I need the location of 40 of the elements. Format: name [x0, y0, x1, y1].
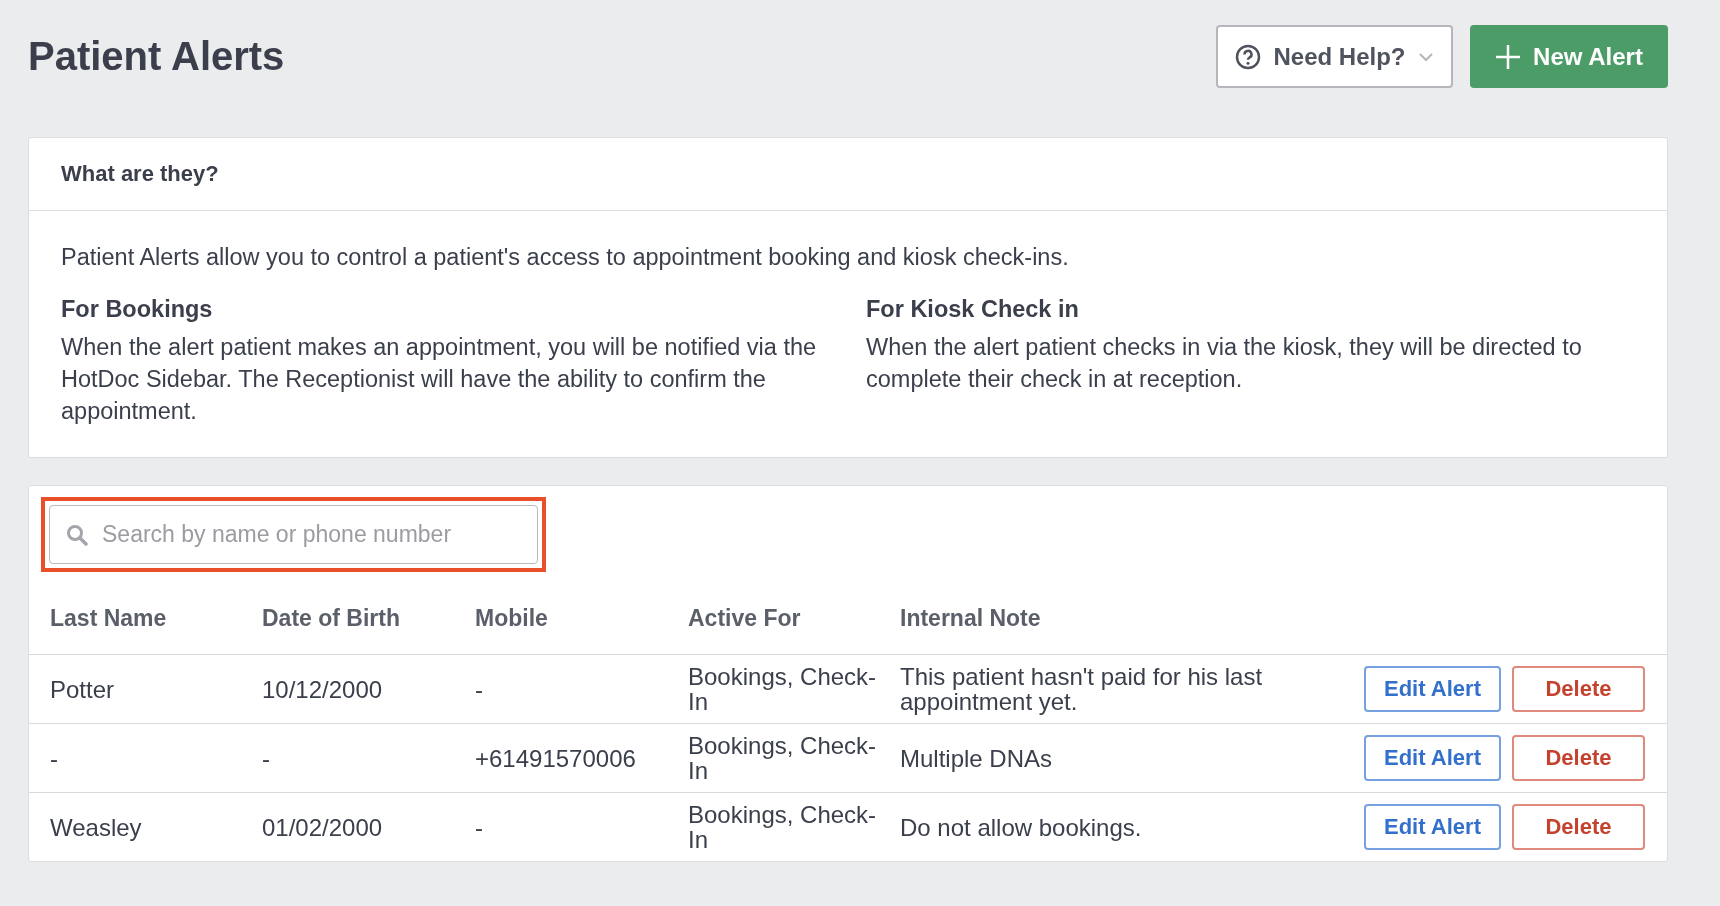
card-heading: What are they?: [61, 161, 219, 187]
table-cell-text: Do not allow bookings.: [900, 814, 1143, 840]
chevron-down-icon: [1417, 51, 1434, 62]
need-help-button[interactable]: Need Help?: [1216, 25, 1453, 88]
section-text: When the alert patient checks in via the kiosk, they will be directed to complete their check in at reception.: [866, 333, 1583, 394]
delete-button[interactable]: Delete: [1512, 666, 1645, 712]
table-cell-text: -: [475, 676, 484, 702]
column-header: Mobile: [475, 604, 549, 632]
page-title: Patient Alerts: [28, 34, 285, 79]
table-cell-text: Bookings, Check-In: [688, 664, 878, 714]
table-cell-text: Potter: [50, 676, 116, 702]
table-cell-text: -: [475, 814, 484, 840]
table-cell-text: 10/12/2000: [262, 676, 384, 702]
table-cell-text: +61491570006: [475, 745, 637, 771]
column-header: Date of Birth: [262, 604, 401, 632]
edit-alert-button[interactable]: Edit Alert: [1364, 666, 1501, 712]
table-cell-text: -: [50, 745, 59, 771]
question-icon: [1235, 43, 1262, 70]
new-alert-button[interactable]: New Alert: [1470, 25, 1668, 88]
table-cell-text: Weasley: [50, 814, 143, 840]
table-cell-text: 01/02/2000: [262, 814, 384, 840]
delete-button[interactable]: Delete: [1512, 735, 1645, 781]
section-title: For Kiosk Check in: [866, 295, 1080, 324]
column-header: Last Name: [50, 604, 168, 632]
search-icon: [66, 524, 88, 546]
table-cell-text: Multiple DNAs: [900, 745, 1054, 771]
table-cell-text: Bookings, Check-In: [688, 802, 878, 852]
section-title: For Bookings: [61, 295, 214, 324]
column-header: Internal Note: [900, 604, 1042, 632]
search-field[interactable]: Search by name or phone number: [49, 505, 538, 564]
edit-alert-button[interactable]: Edit Alert: [1364, 804, 1501, 850]
table-cell-text: Bookings, Check-In: [688, 733, 878, 783]
edit-alert-button[interactable]: Edit Alert: [1364, 735, 1501, 781]
table-cell-text: This patient hasn't paid for his last appointment yet.: [900, 664, 1264, 714]
column-header: Active For: [688, 604, 802, 632]
delete-button[interactable]: Delete: [1512, 804, 1645, 850]
plus-icon: [1495, 43, 1522, 70]
intro-text: Patient Alerts allow you to control a patient's access to appointment booking and kiosk check-ins.: [61, 243, 1070, 272]
section-text: When the alert patient makes an appointment, you will be notified via the HotDoc Sidebar. The Receptionist will have the ability to confirm the appointment.: [61, 333, 818, 426]
table-cell-text: -: [262, 745, 271, 771]
